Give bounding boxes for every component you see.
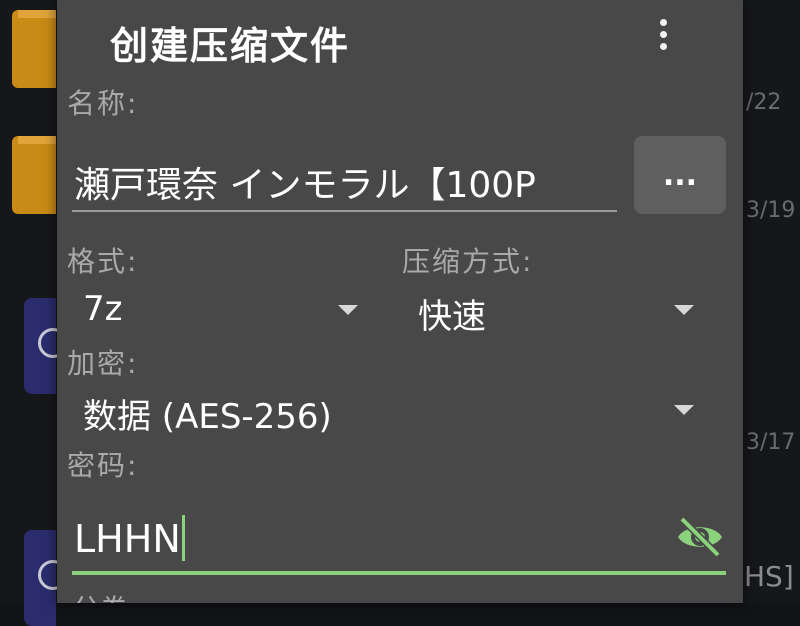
compression-select[interactable]: 快速 <box>418 285 694 337</box>
format-value: 7z <box>83 289 123 329</box>
split-volume-label: 分卷 <box>72 588 128 603</box>
browse-button[interactable]: ... <box>634 136 726 214</box>
app-icon[interactable] <box>24 530 68 626</box>
encryption-label: 加密: <box>67 347 139 380</box>
format-select[interactable]: 7z <box>83 285 358 333</box>
password-value: LHHN <box>74 517 181 561</box>
dropdown-arrow-icon <box>674 305 694 315</box>
compression-value: 快速 <box>418 297 486 337</box>
file-date: 3/19 <box>746 198 796 223</box>
compression-label: 压缩方式: <box>402 245 534 278</box>
password-input[interactable]: LHHN <box>72 505 726 575</box>
more-vert-icon[interactable] <box>647 12 679 56</box>
format-label: 格式: <box>67 245 139 278</box>
password-label: 密码: <box>67 449 139 482</box>
app-icon[interactable] <box>24 298 68 394</box>
dropdown-arrow-icon <box>338 305 358 315</box>
name-label: 名称: <box>67 87 139 120</box>
create-archive-dialog: 创建压缩文件 名称: 瀬戸環奈 インモラル【100P ... 格式: 7z 压缩… <box>57 0 743 603</box>
folder-icon[interactable] <box>12 136 56 214</box>
file-date: /22 <box>746 90 782 115</box>
file-name-fragment: HS] <box>744 560 794 593</box>
archive-name-value: 瀬戸環奈 インモラル【100P <box>74 165 536 206</box>
file-date: 3/17 <box>746 430 796 455</box>
text-cursor <box>181 514 185 561</box>
archive-name-input[interactable]: 瀬戸環奈 インモラル【100P <box>72 148 617 212</box>
dropdown-arrow-icon <box>674 405 694 415</box>
eye-off-icon[interactable] <box>674 514 726 560</box>
encryption-select[interactable]: 数据 (AES-256) <box>83 385 694 437</box>
dialog-title: 创建压缩文件 <box>110 24 351 68</box>
encryption-value: 数据 (AES-256) <box>83 397 332 437</box>
folder-icon[interactable] <box>12 10 56 88</box>
